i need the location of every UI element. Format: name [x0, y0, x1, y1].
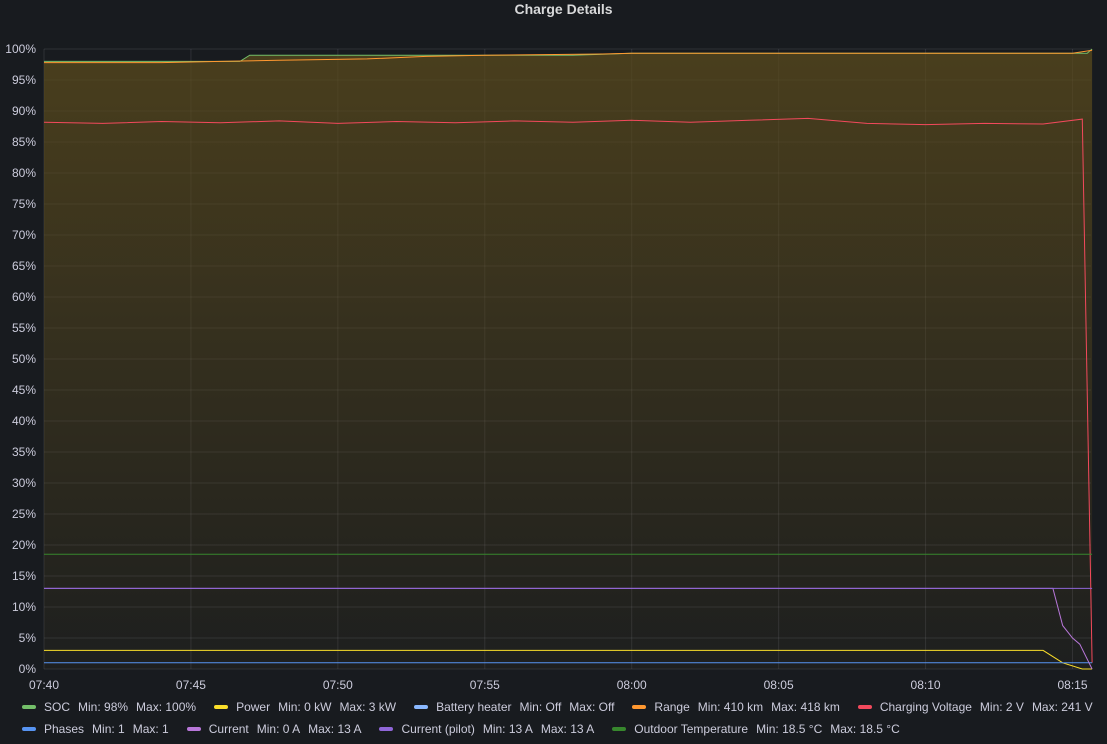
legend-item[interactable]: Current Min: 0 A Max: 13 A — [186, 722, 370, 736]
legend-min: Min: 410 km — [697, 700, 764, 714]
legend-min: Min: Off — [519, 700, 562, 714]
y-tick-label: 10% — [12, 600, 36, 614]
y-tick-label: 75% — [12, 197, 36, 211]
legend-max: Max: 100% — [136, 700, 197, 714]
legend-item[interactable]: Charging Voltage Min: 2 V Max: 241 V — [857, 700, 1101, 714]
x-tick-label: 08:10 — [911, 678, 941, 692]
legend-min: Min: 0 kW — [278, 700, 332, 714]
y-tick-label: 60% — [12, 290, 36, 304]
legend-item[interactable]: Power Min: 0 kW Max: 3 kW — [214, 700, 404, 714]
legend-item[interactable]: Current (pilot) Min: 13 A Max: 13 A — [379, 722, 602, 736]
y-tick-label: 65% — [12, 259, 36, 273]
legend-swatch — [612, 727, 627, 731]
y-tick-label: 25% — [12, 507, 36, 521]
legend-max: Max: 18.5 °C — [830, 722, 900, 736]
series-area-soc — [44, 49, 1093, 669]
legend-min: Min: 1 — [92, 722, 125, 736]
legend-series-name: Charging Voltage — [879, 700, 972, 714]
legend-series-name: Current — [208, 722, 249, 736]
legend-series-name: Battery heater — [436, 700, 512, 714]
y-tick-label: 50% — [12, 352, 36, 366]
legend-max: Max: Off — [569, 700, 615, 714]
y-tick-label: 20% — [12, 538, 36, 552]
y-tick-label: 35% — [12, 445, 36, 459]
y-tick-label: 0% — [19, 662, 37, 676]
legend-max: Max: 418 km — [771, 700, 840, 714]
legend-row: SOC Min: 98% Max: 100% Power Min: 0 kW Max: 3… — [22, 696, 1102, 718]
legend-swatch — [186, 727, 201, 731]
legend-max: Max: 3 kW — [339, 700, 397, 714]
legend-row: Phases Min: 1 Max: 1 Current Min: 0 A Max: 13… — [22, 718, 1102, 740]
legend-series-name: Power — [236, 700, 271, 714]
legend-series-name: SOC — [44, 700, 71, 714]
legend-max: Max: 13 A — [308, 722, 362, 736]
x-tick-label: 08:00 — [617, 678, 647, 692]
legend-min: Min: 98% — [78, 700, 129, 714]
y-tick-label: 45% — [12, 383, 36, 397]
legend-swatch — [214, 705, 229, 709]
legend-min: Min: 13 A — [482, 722, 533, 736]
legend-item[interactable]: Range Min: 410 km Max: 418 km — [632, 700, 847, 714]
x-tick-label: 07:55 — [470, 678, 500, 692]
legend-series-name: Phases — [44, 722, 85, 736]
x-tick-label: 07:40 — [29, 678, 59, 692]
legend-swatch — [632, 705, 647, 709]
y-tick-label: 100% — [5, 42, 36, 56]
legend-min: Min: 18.5 °C — [756, 722, 823, 736]
charge-details-panel: Charge Details 0% 5% 10% 15% 20% 25% 30% 35% 40%… — [0, 0, 1107, 744]
y-tick-label: 40% — [12, 414, 36, 428]
y-tick-label: 30% — [12, 476, 36, 490]
legend-series-name: Current (pilot) — [401, 722, 475, 736]
legend-item[interactable]: Phases Min: 1 Max: 1 — [22, 722, 177, 736]
y-tick-label: 85% — [12, 135, 36, 149]
y-tick-label: 70% — [12, 228, 36, 242]
legend-min: Min: 0 A — [256, 722, 301, 736]
chart-legend: SOC Min: 98% Max: 100% Power Min: 0 kW Max: 3… — [22, 696, 1102, 740]
legend-item[interactable]: Outdoor Temperature Min: 18.5 °C Max: 18.5… — [612, 722, 908, 736]
legend-item[interactable]: SOC Min: 98% Max: 100% — [22, 700, 204, 714]
line-chart: 0% 5% 10% 15% 20% 25% 30% 35% 40% 45% 50% 55% 60% 65%… — [5, 42, 1093, 692]
y-tick-label: 80% — [12, 166, 36, 180]
legend-max: Max: 13 A — [540, 722, 595, 736]
legend-series-name: Range — [654, 700, 690, 714]
legend-swatch — [414, 705, 429, 709]
y-tick-label: 15% — [12, 569, 36, 583]
y-tick-label: 90% — [12, 104, 36, 118]
x-tick-label: 07:50 — [323, 678, 353, 692]
legend-max: Max: 1 — [132, 722, 169, 736]
legend-max: Max: 241 V — [1031, 700, 1093, 714]
x-tick-label: 08:15 — [1057, 678, 1087, 692]
legend-swatch — [857, 705, 872, 709]
x-tick-label: 07:45 — [176, 678, 206, 692]
legend-swatch — [22, 705, 36, 709]
y-tick-label: 55% — [12, 321, 36, 335]
legend-series-name: Outdoor Temperature — [634, 722, 749, 736]
y-tick-label: 5% — [19, 631, 37, 645]
legend-item[interactable]: Battery heater Min: Off Max: Off — [414, 700, 622, 714]
legend-swatch — [379, 727, 394, 731]
legend-min: Min: 2 V — [979, 700, 1024, 714]
y-tick-label: 95% — [12, 73, 36, 87]
legend-swatch — [22, 727, 36, 731]
x-tick-label: 08:05 — [764, 678, 794, 692]
